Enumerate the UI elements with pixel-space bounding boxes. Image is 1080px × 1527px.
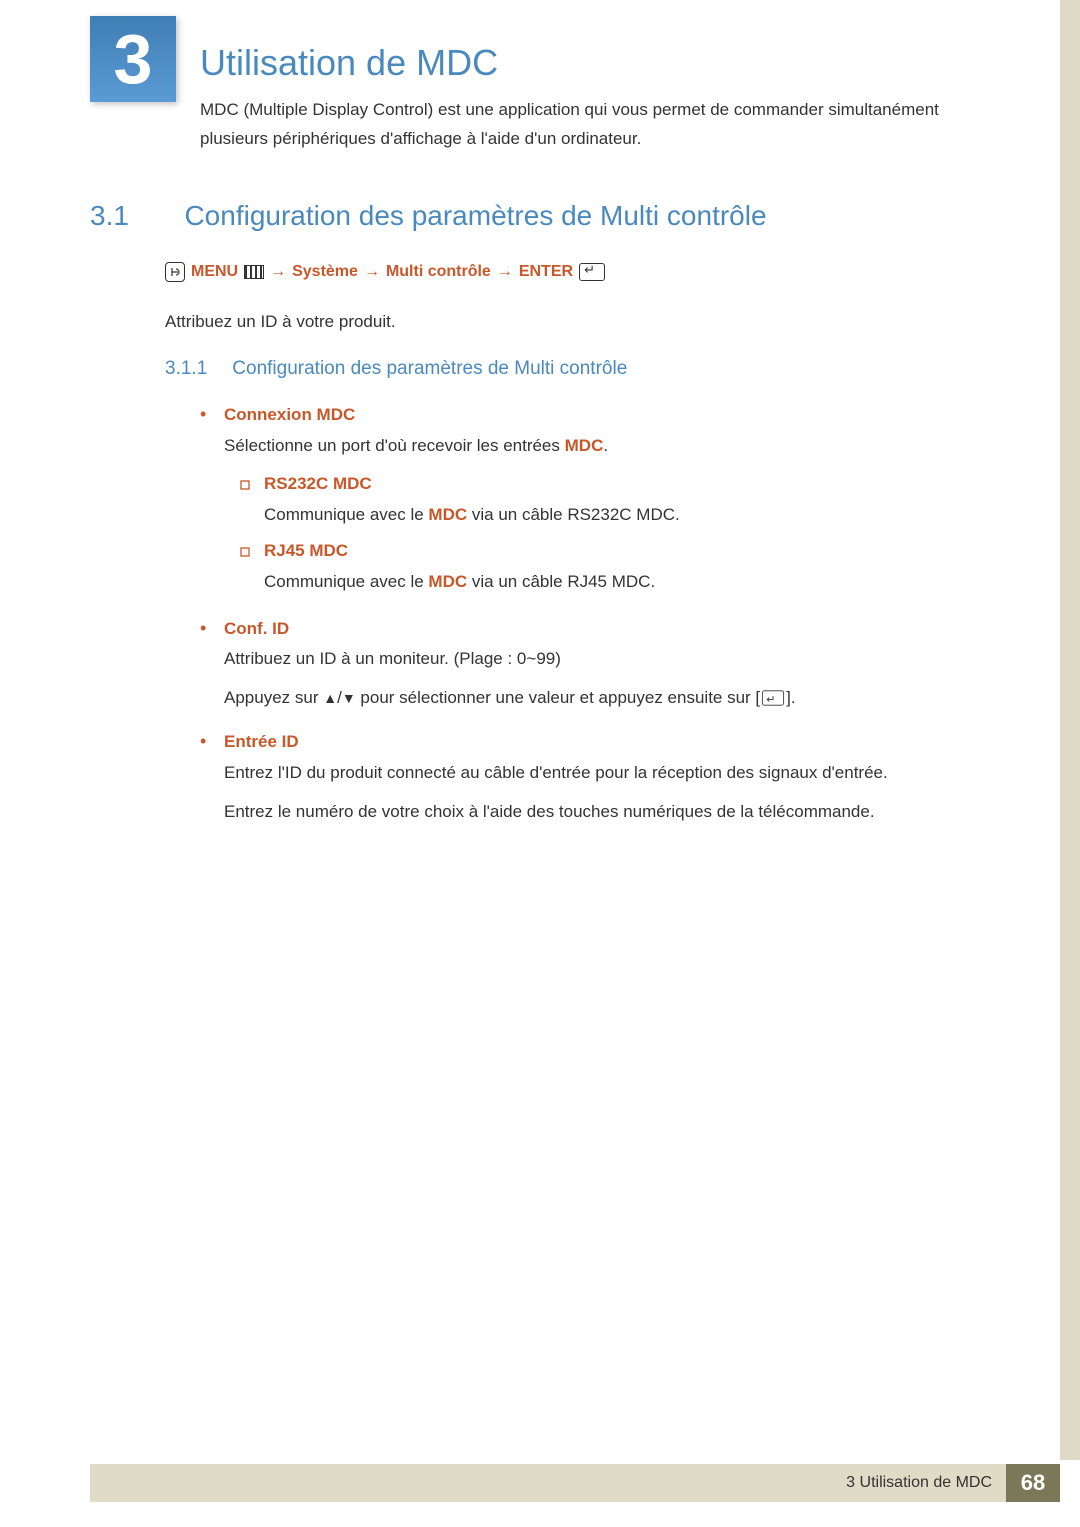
sub-bullet-icon xyxy=(240,536,264,567)
nav-enter-label: ENTER xyxy=(519,263,573,281)
bullet-icon: • xyxy=(200,725,224,757)
enter-icon xyxy=(762,691,784,706)
section-title: Configuration des paramètres de Multi co… xyxy=(184,200,766,232)
down-triangle-icon: ▼ xyxy=(342,686,356,711)
arrow-icon: → xyxy=(364,263,380,281)
sub-item-description: Communique avec le MDC via un câble RJ45… xyxy=(264,567,960,598)
sub-bullet-icon xyxy=(240,469,264,500)
item-label: Entrée ID xyxy=(224,732,299,751)
chapter-title: Utilisation de MDC xyxy=(200,42,498,84)
item-description: Entrez l'ID du produit connecté au câble… xyxy=(224,758,960,789)
item-label: Connexion MDC xyxy=(224,405,355,424)
list-item: •Entrée ID xyxy=(200,725,960,758)
nav-multi-label: Multi contrôle xyxy=(386,263,491,281)
intro-paragraph: MDC (Multiple Display Control) est une a… xyxy=(200,96,960,154)
chapter-number-badge: 3 xyxy=(90,16,176,102)
item-description: Attribuez un ID à un moniteur. (Plage : … xyxy=(224,644,960,675)
section-heading: 3.1 Configuration des paramètres de Mult… xyxy=(90,200,767,232)
list-item: •Connexion MDC xyxy=(200,398,960,431)
sub-item-label: RS232C MDC xyxy=(264,474,372,493)
subsection-heading: 3.1.1 Configuration des paramètres de Mu… xyxy=(165,358,627,380)
bullet-icon: • xyxy=(200,612,224,644)
side-stripe xyxy=(1060,0,1080,1460)
osd-icon xyxy=(165,262,185,282)
menu-navigation-path: MENU → Système → Multi contrôle → ENTER xyxy=(165,262,605,282)
footer-bar-fill xyxy=(90,1464,832,1502)
sub-list-item: RJ45 MDC xyxy=(240,536,960,567)
nav-menu-label: MENU xyxy=(191,263,238,281)
content-area: •Connexion MDC Sélectionne un port d'où … xyxy=(200,398,960,835)
sub-list-item: RS232C MDC xyxy=(240,469,960,500)
bullet-icon: • xyxy=(200,398,224,430)
sub-item-description: Communique avec le MDC via un câble RS23… xyxy=(264,500,960,531)
subsection-title: Configuration des paramètres de Multi co… xyxy=(232,358,627,379)
item-description: Sélectionne un port d'où recevoir les en… xyxy=(224,431,960,462)
subsection-number: 3.1.1 xyxy=(165,358,227,380)
assign-id-text: Attribuez un ID à votre produit. xyxy=(165,312,396,332)
up-triangle-icon: ▲ xyxy=(323,686,337,711)
arrow-icon: → xyxy=(497,263,513,281)
footer-chapter-label: 3 Utilisation de MDC xyxy=(832,1464,1006,1502)
menu-bars-icon xyxy=(244,265,264,279)
page-number: 68 xyxy=(1006,1464,1060,1502)
item-description: Entrez le numéro de votre choix à l'aide… xyxy=(224,797,960,828)
nav-system-label: Système xyxy=(292,263,358,281)
arrow-icon: → xyxy=(270,263,286,281)
chapter-number: 3 xyxy=(114,19,153,99)
sub-item-label: RJ45 MDC xyxy=(264,541,348,560)
item-label: Conf. ID xyxy=(224,619,289,638)
enter-icon xyxy=(579,263,605,281)
item-description: Appuyez sur ▲/▼ pour sélectionner une va… xyxy=(224,683,960,714)
section-number: 3.1 xyxy=(90,200,180,232)
page-footer: 3 Utilisation de MDC 68 xyxy=(90,1464,1060,1502)
list-item: •Conf. ID xyxy=(200,612,960,645)
